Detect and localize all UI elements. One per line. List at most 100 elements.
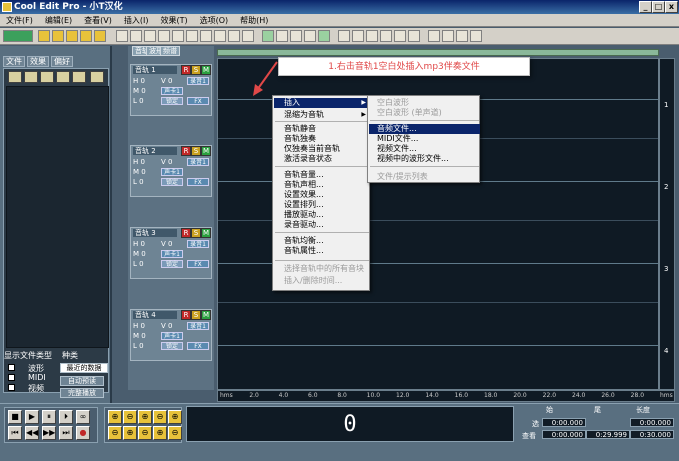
sel-start-field[interactable]: 0:00.000 xyxy=(542,418,586,427)
submenu-item[interactable]: 空白波形 (单声道) xyxy=(369,108,480,118)
menu-help[interactable]: 帮助(H) xyxy=(234,14,274,27)
edit-icon[interactable] xyxy=(72,71,86,83)
input-button[interactable]: 录音1 xyxy=(187,322,209,330)
close-file-icon[interactable] xyxy=(94,30,106,42)
eq-icon[interactable] xyxy=(408,30,420,42)
menu-view[interactable]: 查看(V) xyxy=(78,14,118,27)
folder-icon[interactable] xyxy=(90,71,104,83)
loop-icon[interactable] xyxy=(276,30,288,42)
lock-button[interactable]: 锁定 xyxy=(161,342,183,350)
tab-spectrum[interactable]: 频谱 xyxy=(160,46,180,56)
mute-toggle[interactable]: M xyxy=(201,146,211,156)
lock-button[interactable]: 锁定 xyxy=(161,178,183,186)
undo-icon[interactable] xyxy=(200,30,212,42)
menu-insert[interactable]: 插入(I) xyxy=(118,14,155,27)
view-length-field[interactable]: 0:30.000 xyxy=(630,430,674,439)
settings-icon[interactable] xyxy=(456,30,468,42)
solo-toggle[interactable]: S xyxy=(191,65,201,75)
output-button[interactable]: 声卡1 xyxy=(161,168,183,176)
zoom-out-h-button[interactable]: ⊖ xyxy=(123,410,137,424)
menu-effects[interactable]: 效果(T) xyxy=(154,14,193,27)
submenu-item[interactable]: 视频文件... xyxy=(369,144,480,154)
play-button[interactable]: ▶ xyxy=(25,410,39,424)
save-as-icon[interactable] xyxy=(80,30,92,42)
context-menu-item[interactable]: 音轨属性... xyxy=(274,246,370,256)
context-menu-item[interactable]: 音轨声相... xyxy=(274,180,370,190)
track-header-2[interactable]: 音轨 2 R S M H 0 V 0 录音1 M 0 声卡1 L 0 锁定 FX xyxy=(130,145,212,197)
midi-checkbox[interactable] xyxy=(8,374,15,381)
cd-icon[interactable] xyxy=(428,30,440,42)
fx-button[interactable]: FX xyxy=(187,97,209,105)
lock-button[interactable]: 锁定 xyxy=(161,260,183,268)
submenu-item[interactable]: 音频文件... xyxy=(369,124,480,134)
track-header-1[interactable]: 音轨 1 R S M H 0 V 0 录音1 M 0 声卡1 L 0 锁定 FX xyxy=(130,64,212,116)
amplify-icon[interactable] xyxy=(338,30,350,42)
view-end-field[interactable]: 0:29.999 xyxy=(586,430,630,439)
loop-play-button[interactable]: ∞ xyxy=(76,410,90,424)
metronome-icon[interactable] xyxy=(442,30,454,42)
paste-icon[interactable] xyxy=(144,30,156,42)
wave-checkbox[interactable] xyxy=(8,364,15,371)
trim-icon[interactable] xyxy=(172,30,184,42)
record-toggle[interactable]: R xyxy=(181,310,191,320)
output-button[interactable]: 声卡1 xyxy=(161,87,183,95)
envelope-icon[interactable] xyxy=(290,30,302,42)
context-menu-item[interactable]: 选择音轨中的所有音块 xyxy=(274,264,370,274)
context-menu-item[interactable]: 音轨静音 xyxy=(274,124,370,134)
context-menu-item[interactable]: 音轨音量... xyxy=(274,170,370,180)
menu-options[interactable]: 选项(O) xyxy=(194,14,235,27)
video-checkbox[interactable] xyxy=(8,384,15,391)
context-menu-item[interactable]: 插入/删除时间... xyxy=(274,276,370,286)
menu-edit[interactable]: 编辑(E) xyxy=(39,14,78,27)
zoom-track-button[interactable]: ⊖ xyxy=(138,426,152,440)
context-menu-item[interactable]: 设置效果... xyxy=(274,190,370,200)
fx-button[interactable]: FX xyxy=(187,178,209,186)
context-menu-item[interactable]: 插入 ▶ xyxy=(274,98,370,108)
output-button[interactable]: 声卡1 xyxy=(161,332,183,340)
snap-icon[interactable] xyxy=(318,30,330,42)
save-icon[interactable] xyxy=(66,30,78,42)
context-menu-item[interactable]: 设置排列... xyxy=(274,200,370,210)
context-menu-item[interactable]: 混缩为音轨 ▶ xyxy=(274,110,370,120)
input-button[interactable]: 录音1 xyxy=(187,158,209,166)
submenu-item[interactable]: 空白波形 xyxy=(369,98,480,108)
context-menu-item[interactable]: 播放驱动... xyxy=(274,210,370,220)
record-toggle[interactable]: R xyxy=(181,65,191,75)
input-button[interactable]: 录音1 xyxy=(187,77,209,85)
select-tool-icon[interactable] xyxy=(242,30,254,42)
go-end-button[interactable]: ⏭ xyxy=(59,426,73,440)
delete-icon[interactable] xyxy=(186,30,198,42)
sel-length-field[interactable]: 0:00.000 xyxy=(630,418,674,427)
record-button[interactable]: ● xyxy=(76,426,90,440)
zoom-out-v-button[interactable]: ⊖ xyxy=(168,426,182,440)
zoom-left-button[interactable]: ⊖ xyxy=(108,426,122,440)
close-button[interactable]: x xyxy=(665,1,678,13)
open-file-icon[interactable] xyxy=(52,30,64,42)
menu-file[interactable]: 文件(F) xyxy=(0,14,39,27)
view-start-field[interactable]: 0:00.000 xyxy=(542,430,586,439)
fx-icon[interactable] xyxy=(380,30,392,42)
help-icon[interactable] xyxy=(470,30,482,42)
track-icon[interactable] xyxy=(304,30,316,42)
fx-button[interactable]: FX xyxy=(187,342,209,350)
submenu-item[interactable]: MIDI文件... xyxy=(369,134,480,144)
context-menu-item[interactable]: 仅独奏当前音轨 xyxy=(274,144,370,154)
sort-select[interactable]: 最近的数据 xyxy=(60,363,108,373)
context-menu-item[interactable]: 激活录音状态 xyxy=(274,154,370,164)
mute-toggle[interactable]: M xyxy=(201,310,211,320)
cut-icon[interactable] xyxy=(116,30,128,42)
lock-button[interactable]: 锁定 xyxy=(161,97,183,105)
open-file-icon[interactable] xyxy=(8,71,22,83)
track-header-4[interactable]: 音轨 4 R S M H 0 V 0 录音1 M 0 声卡1 L 0 锁定 FX xyxy=(130,309,212,361)
zoom-right-button[interactable]: ⊕ xyxy=(123,426,137,440)
file-list[interactable] xyxy=(6,86,109,348)
submenu-item[interactable]: 文件/提示列表 xyxy=(369,172,480,182)
full-play-button[interactable]: 完整播放 xyxy=(60,388,104,398)
close-icon[interactable] xyxy=(40,71,54,83)
zoom-in-h-button[interactable]: ⊕ xyxy=(108,410,122,424)
rewind-button[interactable]: ◀◀ xyxy=(25,426,39,440)
track-lane-4[interactable] xyxy=(218,305,658,385)
wet-icon[interactable] xyxy=(366,30,378,42)
minimize-button[interactable]: _ xyxy=(639,1,652,13)
mute-toggle[interactable]: M xyxy=(201,228,211,238)
